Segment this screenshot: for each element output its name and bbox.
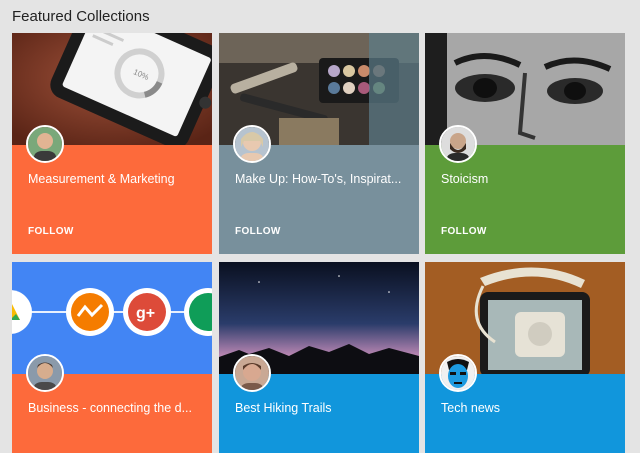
section-title: Featured Collections: [12, 8, 150, 25]
collection-card-business[interactable]: g+ Business - connecting the d...: [12, 262, 212, 453]
collection-title: Tech news: [441, 401, 501, 415]
collection-title: Measurement & Marketing: [28, 172, 175, 186]
svg-text:g+: g+: [136, 305, 155, 322]
avatar: [233, 125, 271, 163]
collection-title: Make Up: How-To's, Inspirat...: [235, 172, 402, 186]
collection-card-tech-news[interactable]: Tech news: [425, 262, 625, 453]
avatar: [26, 354, 64, 392]
collection-card-hiking[interactable]: Best Hiking Trails: [219, 262, 419, 453]
avatar: [439, 125, 477, 163]
collection-title: Stoicism: [441, 172, 489, 186]
follow-button[interactable]: FOLLOW: [441, 226, 487, 237]
avatar: [233, 354, 271, 392]
follow-button[interactable]: FOLLOW: [28, 226, 74, 237]
collection-title: Business - connecting the d...: [28, 401, 192, 415]
collection-title: Best Hiking Trails: [235, 401, 332, 415]
avatar: [439, 354, 477, 392]
collection-card-makeup[interactable]: Make Up: How-To's, Inspirat... FOLLOW: [219, 33, 419, 254]
collection-card-measurement[interactable]: 10% Measurement & Marketing FOLLOW: [12, 33, 212, 254]
follow-button[interactable]: FOLLOW: [235, 226, 281, 237]
avatar: [26, 125, 64, 163]
collection-card-stoicism[interactable]: Stoicism FOLLOW: [425, 33, 625, 254]
